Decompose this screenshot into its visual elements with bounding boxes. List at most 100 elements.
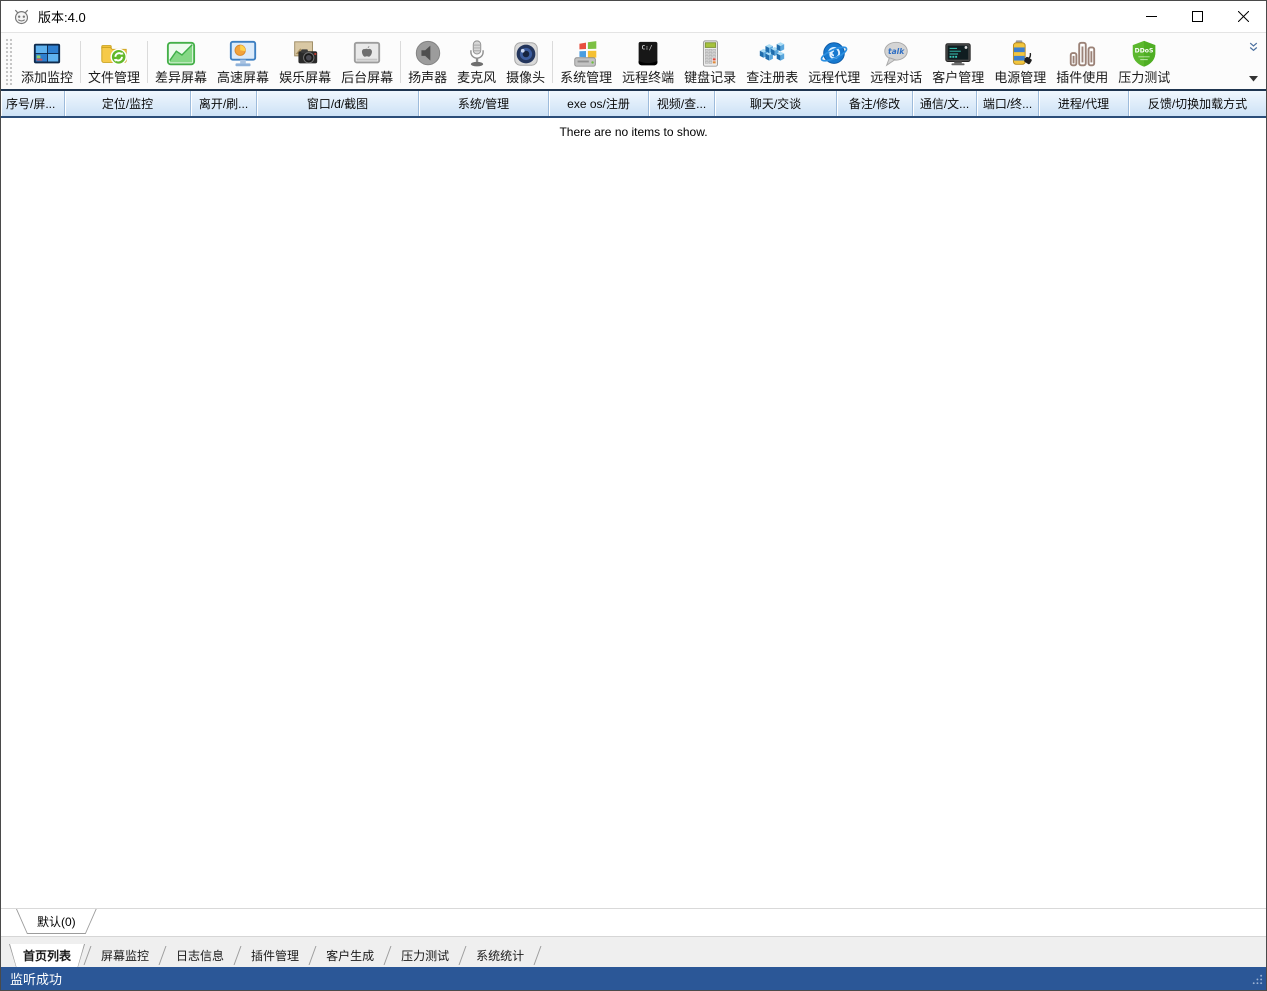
client-list-area: There are no items to show. xyxy=(1,118,1266,908)
terminal-icon: C:/ xyxy=(633,37,663,70)
bottom-tab-3[interactable]: 插件管理 xyxy=(240,944,310,967)
minimize-button[interactable] xyxy=(1128,1,1174,32)
toolbar-button-talk-bubble[interactable]: talk 远程对话 xyxy=(865,35,927,89)
close-button[interactable] xyxy=(1220,1,1266,32)
toolbar-button-add-monitors[interactable]: 添加监控 xyxy=(16,35,78,89)
toolbar-button-diff-screen[interactable]: 差异屏幕 xyxy=(150,35,212,89)
column-header-9[interactable]: 通信/文... xyxy=(913,91,977,116)
toolbar-button-label: 远程代理 xyxy=(808,70,860,86)
microphone-icon xyxy=(462,37,492,70)
strip-divider xyxy=(1,936,1266,944)
toolbar-button-label: 查注册表 xyxy=(746,70,798,86)
ddos-shield-icon: DDoS xyxy=(1129,37,1159,70)
chevron-double-down-icon[interactable] xyxy=(1245,41,1261,53)
toolbar-button-label: 添加监控 xyxy=(21,70,73,86)
toolbar-button-ddos-shield[interactable]: DDoS压力测试 xyxy=(1113,35,1175,89)
toolbar-separator xyxy=(80,41,81,83)
add-monitors-icon xyxy=(32,37,62,70)
svg-text:DDoS: DDoS xyxy=(1135,47,1154,54)
titlebar: 版本:4.0 xyxy=(1,1,1266,32)
toolbar-button-speaker[interactable]: 扬声器 xyxy=(403,35,452,89)
fun-screen-icon xyxy=(290,37,320,70)
toolbar-button-label: 插件使用 xyxy=(1056,70,1108,86)
column-header-7[interactable]: 聊天/交谈 xyxy=(715,91,837,116)
toolbar-button-label: 娱乐屏幕 xyxy=(279,70,331,86)
group-tab-0[interactable]: 默认(0) xyxy=(16,909,97,934)
owl-logo-icon xyxy=(12,8,30,26)
window-controls xyxy=(1128,1,1266,32)
column-header-4[interactable]: 系统/管理 xyxy=(419,91,549,116)
maximize-button[interactable] xyxy=(1174,1,1220,32)
empty-list-message: There are no items to show. xyxy=(1,118,1266,139)
toolbar-button-label: 远程对话 xyxy=(870,70,922,86)
toolbar-button-label: 客户管理 xyxy=(932,70,984,86)
power-battery-icon xyxy=(1005,37,1035,70)
toolbar-button-webcam[interactable]: 摄像头 xyxy=(501,35,550,89)
window-title: 版本:4.0 xyxy=(38,7,86,26)
toolbar-button-power-battery[interactable]: 电源管理 xyxy=(989,35,1051,89)
bottom-tab-6[interactable]: 系统统计 xyxy=(465,944,535,967)
toolbar-button-system-manage[interactable]: 系统管理 xyxy=(555,35,617,89)
bottom-tab-4[interactable]: 客户生成 xyxy=(315,944,385,967)
toolbar-button-microphone[interactable]: 麦克风 xyxy=(452,35,501,89)
bottom-tab-1[interactable]: 屏幕监控 xyxy=(90,944,160,967)
column-header-3[interactable]: 窗口/đ/截图 xyxy=(257,91,419,116)
toolbar-button-plugin-bars[interactable]: 插件使用 xyxy=(1051,35,1113,89)
column-header-1[interactable]: 定位/监控 xyxy=(65,91,191,116)
column-header-8[interactable]: 备注/修改 xyxy=(837,91,913,116)
app-window: 版本:4.0 添加监控文件管理差异屏幕高速屏幕娱乐屏幕后台屏幕扬声器麦克风摄像头… xyxy=(0,0,1267,991)
column-header-10[interactable]: 端口/终... xyxy=(977,91,1039,116)
resize-grip-icon[interactable] xyxy=(1250,972,1263,988)
fast-screen-icon xyxy=(228,37,258,70)
speaker-icon xyxy=(413,37,443,70)
toolbar: 添加监控文件管理差异屏幕高速屏幕娱乐屏幕后台屏幕扬声器麦克风摄像头系统管理C:/… xyxy=(1,32,1266,89)
toolbar-button-label: 高速屏幕 xyxy=(217,70,269,86)
close-icon xyxy=(1238,11,1249,22)
toolbar-button-label: 差异屏幕 xyxy=(155,70,207,86)
toolbar-separator xyxy=(147,41,148,83)
toolbar-gripper-icon[interactable] xyxy=(5,38,12,85)
bottom-tab-0[interactable]: 首页列表 xyxy=(9,944,85,967)
column-header-11[interactable]: 进程/代理 xyxy=(1039,91,1129,116)
bottom-tab-bar: 首页列表屏幕监控日志信息插件管理客户生成压力测试系统统计 xyxy=(1,944,1266,967)
toolbar-button-label: 键盘记录 xyxy=(684,70,736,86)
column-header-5[interactable]: exe os/注册 xyxy=(549,91,649,116)
plugin-bars-icon xyxy=(1067,37,1097,70)
group-tab-label: 默认(0) xyxy=(17,909,96,933)
webcam-icon xyxy=(511,37,541,70)
toolbar-overflow xyxy=(1242,35,1264,89)
toolbar-button-fun-screen[interactable]: 娱乐屏幕 xyxy=(274,35,336,89)
toolbar-button-proxy-globe[interactable]: 远程代理 xyxy=(803,35,865,89)
dropdown-arrow-icon[interactable] xyxy=(1245,73,1261,85)
toolbar-button-background-screen[interactable]: 后台屏幕 xyxy=(336,35,398,89)
toolbar-button-keylogger[interactable]: 键盘记录 xyxy=(679,35,741,89)
toolbar-button-label: 文件管理 xyxy=(88,70,140,86)
svg-text:C:/: C:/ xyxy=(642,44,653,51)
toolbar-button-client-monitor[interactable]: 客户管理 xyxy=(927,35,989,89)
column-header-0[interactable]: 序号/屏... xyxy=(1,91,65,116)
column-header-2[interactable]: 离开/刷... xyxy=(191,91,257,116)
bottom-tab-2[interactable]: 日志信息 xyxy=(165,944,235,967)
toolbar-button-file-manager[interactable]: 文件管理 xyxy=(83,35,145,89)
bottom-tab-5[interactable]: 压力测试 xyxy=(390,944,460,967)
diff-screen-icon xyxy=(166,37,196,70)
proxy-globe-icon xyxy=(819,37,849,70)
toolbar-separator xyxy=(400,41,401,83)
toolbar-button-fast-screen[interactable]: 高速屏幕 xyxy=(212,35,274,89)
svg-text:talk: talk xyxy=(888,47,905,56)
toolbar-button-label: 远程终端 xyxy=(622,70,674,86)
toolbar-button-terminal[interactable]: C:/ 远程终端 xyxy=(617,35,679,89)
toolbar-button-label: 后台屏幕 xyxy=(341,70,393,86)
toolbar-button-label: 扬声器 xyxy=(408,70,447,86)
minimize-icon xyxy=(1146,11,1157,22)
system-manage-icon xyxy=(571,37,601,70)
column-header-12[interactable]: 反馈/切换加载方式 xyxy=(1129,91,1266,116)
registry-cubes-icon xyxy=(757,37,787,70)
column-header-6[interactable]: 视频/查... xyxy=(649,91,715,116)
toolbar-items: 添加监控文件管理差异屏幕高速屏幕娱乐屏幕后台屏幕扬声器麦克风摄像头系统管理C:/… xyxy=(16,35,1242,89)
toolbar-separator xyxy=(552,41,553,83)
background-screen-icon xyxy=(352,37,382,70)
bottom-tab-label: 首页列表 xyxy=(10,944,84,967)
toolbar-button-registry-cubes[interactable]: 查注册表 xyxy=(741,35,803,89)
client-monitor-icon xyxy=(943,37,973,70)
